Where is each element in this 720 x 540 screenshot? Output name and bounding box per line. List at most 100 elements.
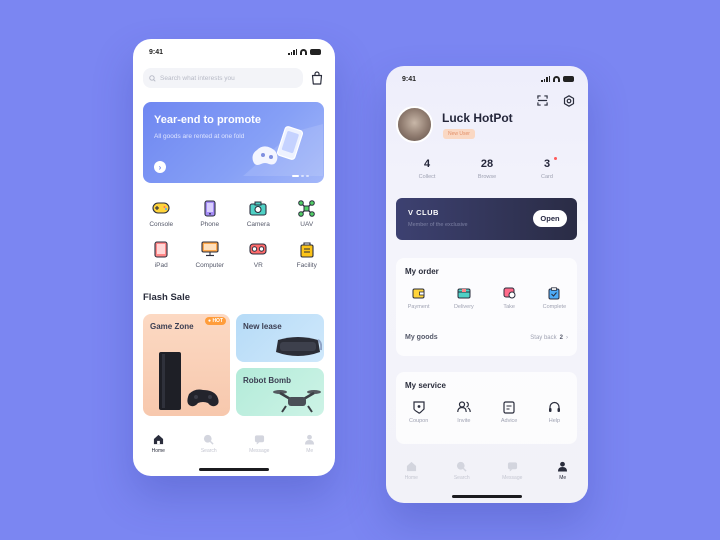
user-name: Luck HotPot [442,111,513,125]
gamepad-phone-illustration [243,124,323,176]
category-console[interactable]: Console [137,199,186,228]
home-icon [153,434,163,445]
game-zone-card[interactable]: Game Zone ● HOT [143,314,230,416]
club-open-button[interactable]: Open [533,210,567,227]
user-badge: New User [443,129,475,139]
signal-icon [288,49,297,55]
headset-icon [547,400,561,414]
fire-icon: ● [208,318,212,324]
category-computer[interactable]: Computer [186,240,235,269]
tab-home[interactable]: Home [138,434,178,476]
goods-count: 2 [559,334,563,341]
home-icon [406,461,416,472]
flash-sale-title: Flash Sale [143,292,190,303]
wallet-icon [412,286,426,300]
search-icon [204,434,214,445]
banner-arrow-button[interactable]: › [154,161,166,173]
my-goods-label: My goods [405,334,438,341]
message-icon [507,462,517,472]
category-camera[interactable]: Camera [234,199,283,228]
category-grid: Console Phone Camera UAV iPad Computer V… [137,199,331,269]
profile-stats: 4 Collect 28 Browse 3 Card [392,157,582,180]
order-take[interactable]: Take [489,286,529,310]
status-bar: 9:41 [402,74,574,84]
chevron-right-icon: › [566,334,568,341]
advice-icon [502,400,516,414]
gamepad-icon [152,199,170,217]
category-facility[interactable]: Facility [283,240,332,269]
service-coupon[interactable]: Coupon [399,400,439,424]
club-title: V CLUB [408,208,439,217]
wifi-icon [300,49,307,55]
category-uav[interactable]: UAV [283,199,332,228]
order-delivery[interactable]: Delivery [444,286,484,310]
new-lease-card[interactable]: New lease [236,314,324,362]
message-icon [254,435,264,445]
category-ipad[interactable]: iPad [137,240,186,269]
signal-icon [541,76,550,82]
profile-screen: 9:41 Luck HotPot New User 4 Collect 28 B… [386,66,588,503]
home-indicator[interactable] [199,468,269,471]
my-service-panel: My service Coupon Invite Advice Help [396,372,577,444]
search-placeholder: Search what interests you [160,74,235,82]
promo-banner[interactable]: Year-end to promote All goods are rented… [143,102,324,183]
vr-headset-icon [249,240,267,258]
avatar[interactable] [396,106,433,143]
banner-pagination[interactable] [292,175,309,177]
hot-badge: ● HOT [205,317,226,325]
delivery-icon [457,286,471,300]
tablet-icon [152,240,170,258]
wifi-icon [553,76,560,82]
search-icon [149,74,156,82]
service-invite[interactable]: Invite [444,400,484,424]
search-input[interactable]: Search what interests you [143,68,303,88]
vr-headset-image [276,337,322,356]
service-help[interactable]: Help [534,400,574,424]
camera-icon [249,199,267,217]
scan-icon[interactable] [537,95,548,106]
tab-me[interactable]: Me [290,434,330,476]
category-phone[interactable]: Phone [186,199,235,228]
my-goods-row[interactable]: My goods Stay back 2 › [405,334,568,341]
my-service-title: My service [405,381,446,390]
computer-icon [201,240,219,258]
user-icon [558,461,568,472]
invite-icon [457,400,471,414]
home-indicator[interactable] [452,495,522,498]
shopping-bag-icon[interactable] [311,71,323,85]
game-console-image [159,352,219,410]
facility-icon [298,240,316,258]
club-membership-card[interactable]: V CLUB Member of the exclusive Open [396,198,577,240]
battery-icon [563,76,574,82]
order-payment[interactable]: Payment [399,286,439,310]
complete-icon [547,286,561,300]
phone-icon [201,199,219,217]
stat-collect[interactable]: 4 Collect [402,158,452,180]
status-time: 9:41 [402,75,417,83]
banner-subtitle: All goods are rented at one fold [154,133,245,140]
tab-me[interactable]: Me [543,461,583,503]
drone-image [273,390,321,413]
order-complete[interactable]: Complete [534,286,574,310]
user-icon [305,434,315,445]
robot-bomb-card[interactable]: Robot Bomb [236,368,324,416]
coupon-icon [412,400,426,414]
v-logo-icon: V [408,208,414,217]
drone-icon [298,199,316,217]
take-icon [502,286,516,300]
gear-icon[interactable] [563,95,575,107]
my-order-title: My order [405,267,439,276]
home-screen: 9:41 Search what interests you Year-end … [133,39,335,476]
goods-status: Stay back [530,334,557,341]
tab-home[interactable]: Home [391,461,431,503]
status-time: 9:41 [149,48,164,56]
club-subtitle: Member of the exclusive [408,222,468,228]
my-order-panel: My order Payment Delivery Take Complete … [396,258,577,356]
search-icon [457,461,467,472]
stat-card[interactable]: 3 Card [522,157,572,180]
stat-browse[interactable]: 28 Browse [462,158,512,180]
category-vr[interactable]: VR [234,240,283,269]
service-advice[interactable]: Advice [489,400,529,424]
battery-icon [310,49,321,55]
game-zone-title: Game Zone [150,322,194,331]
